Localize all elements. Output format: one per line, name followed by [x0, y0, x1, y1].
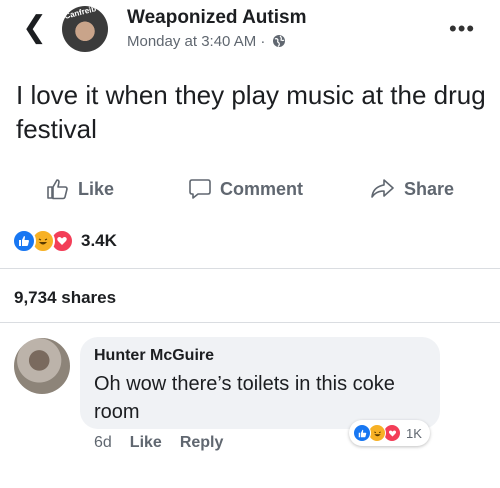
share-button-label: Share — [404, 178, 455, 199]
comment-text: Oh wow there’s toilets in this coke room — [94, 373, 395, 423]
post-header: ❮ Canfreib Weaponized Autism Monday at 3… — [0, 0, 500, 62]
reactions-summary[interactable]: 3.4K — [12, 229, 117, 253]
thumbs-up-icon — [47, 179, 68, 200]
commenter-name[interactable]: Hunter McGuire — [94, 347, 214, 365]
share-arrow-icon — [371, 179, 394, 198]
shares-count[interactable]: 9,734 shares — [14, 288, 116, 308]
comment-like-link[interactable]: Like — [130, 434, 162, 452]
avatar-tag-text: Canfreib — [63, 6, 98, 21]
comment-button-label: Comment — [220, 178, 304, 199]
more-icon[interactable]: ••• — [449, 16, 475, 42]
globe-icon — [272, 35, 285, 47]
like-button[interactable]: Like — [46, 174, 114, 204]
like-reaction-icon — [12, 229, 36, 253]
commenter-avatar[interactable] — [14, 338, 70, 394]
page-name[interactable]: Weaponized Autism — [127, 7, 306, 29]
like-button-label: Like — [78, 178, 115, 199]
share-button[interactable]: Share — [370, 174, 454, 204]
chevron-left-icon[interactable]: ❮ — [22, 13, 47, 43]
comment-age: 6d — [94, 434, 112, 451]
post-action-bar: Like Comment Share — [0, 174, 500, 206]
comment-meta: 6d Like Reply — [94, 434, 223, 452]
page-avatar[interactable]: Canfreib — [62, 6, 108, 52]
comment-reply-link[interactable]: Reply — [180, 434, 224, 452]
comment-reactions[interactable]: 1K — [349, 420, 430, 446]
like-reaction-icon — [353, 424, 371, 442]
comment-button[interactable]: Comment — [188, 174, 303, 204]
divider — [0, 322, 500, 323]
speech-bubble-icon — [189, 179, 211, 199]
reaction-count: 3.4K — [81, 231, 117, 250]
post-time-text: Monday at 3:40 AM · — [127, 33, 266, 50]
post-text: I love it when they play music at the dr… — [16, 80, 486, 144]
comment-reaction-count: 1K — [406, 425, 422, 441]
divider — [0, 268, 500, 269]
post-timestamp[interactable]: Monday at 3:40 AM · — [127, 33, 286, 50]
